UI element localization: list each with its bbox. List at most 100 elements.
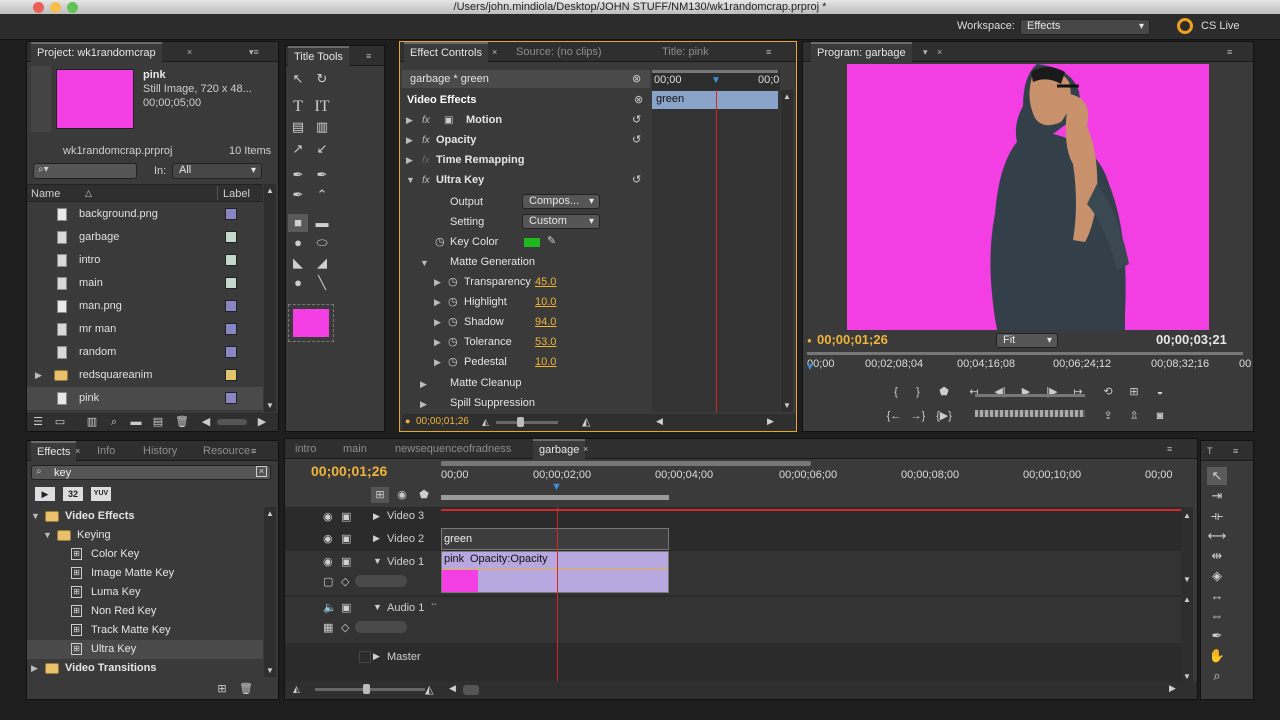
label-swatch[interactable] xyxy=(225,369,237,381)
tab-intro[interactable]: intro xyxy=(289,439,322,459)
key-color-swatch[interactable] xyxy=(524,238,540,247)
clear-search-icon[interactable]: × xyxy=(256,466,267,477)
collapsed-triangle-icon[interactable]: ▶ xyxy=(434,292,441,313)
trash-icon[interactable]: 🗑 xyxy=(173,414,191,430)
timeline-playhead-icon[interactable]: ▼ xyxy=(551,481,562,493)
arc-tool-icon[interactable]: ◢ xyxy=(312,254,332,272)
close-tab-icon[interactable]: × xyxy=(583,444,597,454)
new-custom-bin-icon[interactable]: ⊞ xyxy=(213,681,231,697)
list-item[interactable]: random xyxy=(27,341,263,364)
collapsed-triangle-icon[interactable]: ▶ xyxy=(420,399,427,410)
keyframe-nav-icon[interactable]: ◇ xyxy=(341,621,349,634)
tab-info[interactable]: Info xyxy=(91,441,121,461)
program-playhead-icon[interactable]: ▼ xyxy=(805,362,815,373)
scroll-down-icon[interactable]: ▼ xyxy=(1183,575,1191,584)
panel-menu-icon[interactable]: ≡ xyxy=(366,51,380,61)
path-type-tool-icon[interactable]: ↗ xyxy=(288,140,308,158)
step-back-icon[interactable]: ◀| xyxy=(991,384,1009,400)
shuttle-slider[interactable] xyxy=(975,394,1085,397)
set-encore-marker-icon[interactable]: ◉ xyxy=(393,487,411,503)
loop-icon[interactable]: ⟲ xyxy=(1099,384,1117,400)
effect-row[interactable]: ▶ fx Opacity ↺ xyxy=(402,130,650,151)
label-swatch[interactable] xyxy=(225,208,237,220)
tab-resource[interactable]: Resource xyxy=(197,441,256,461)
eye-icon[interactable]: ◉ xyxy=(323,532,333,545)
rate-stretch-tool-icon[interactable]: ⇹ xyxy=(1207,547,1227,565)
master-toggle[interactable] xyxy=(359,651,371,663)
ec-timeline-ruler[interactable]: 00;00 00;0 ▼ xyxy=(652,70,780,90)
play-icon[interactable]: ▶ xyxy=(1017,384,1035,400)
timeline-ruler-area[interactable]: 00;00 00;00;02;00 00;00;04;00 00;00;06;00 00… xyxy=(441,461,1181,507)
eye-icon[interactable]: ◉ xyxy=(323,555,333,568)
zoom-slider-thumb[interactable] xyxy=(363,684,370,694)
list-item[interactable]: ⊞ Non Red Key xyxy=(27,602,263,621)
timeline-zoom-slider[interactable] xyxy=(315,688,425,691)
tab-garbage[interactable]: garbage xyxy=(533,439,586,459)
panel-menu-icon[interactable]: ≡ xyxy=(1167,444,1181,454)
scroll-up-icon[interactable]: ▲ xyxy=(1183,511,1191,520)
vertical-path-type-tool-icon[interactable]: ↙ xyxy=(312,140,332,158)
clipped-corner-rectangle-tool-icon[interactable]: ● xyxy=(288,234,308,252)
label-swatch[interactable] xyxy=(225,392,237,404)
zoom-slider[interactable] xyxy=(496,421,558,424)
list-item[interactable]: ⊞ Track Matte Key xyxy=(27,621,263,640)
tab-newsequence[interactable]: newsequenceofradness xyxy=(389,439,517,459)
rolling-edit-tool-icon[interactable]: ⟷ xyxy=(1207,527,1227,545)
scroll-right-icon[interactable]: ▶ xyxy=(767,416,774,427)
set-marker-icon[interactable]: ⬟ xyxy=(415,487,433,503)
minimize-window-button[interactable] xyxy=(50,2,61,13)
selection-tool-icon[interactable]: ↖ xyxy=(1207,467,1227,485)
scroll-down-icon[interactable]: ▼ xyxy=(1183,672,1191,681)
label-swatch[interactable] xyxy=(225,277,237,289)
list-item[interactable]: ▶ Video Transitions xyxy=(27,659,263,678)
ec-scrollbar[interactable]: ▲ ▼ xyxy=(781,90,793,412)
output-icon[interactable]: ◒ xyxy=(1151,384,1169,400)
scroll-down-icon[interactable]: ▼ xyxy=(783,401,791,410)
close-window-button[interactable] xyxy=(33,2,44,13)
expanded-triangle-icon[interactable]: ▼ xyxy=(31,507,40,526)
workspace-select[interactable]: Effects xyxy=(1020,19,1150,35)
thumbnail-play-button[interactable] xyxy=(31,66,51,132)
delete-custom-item-icon[interactable]: 🗑 xyxy=(237,681,255,697)
pen-tool-icon[interactable]: ✒ xyxy=(1207,627,1227,645)
close-tab-icon[interactable]: × xyxy=(75,446,89,456)
tab-title-tools[interactable]: Title Tools xyxy=(288,46,349,66)
tab-effect-controls[interactable]: Effect Controls xyxy=(404,42,488,62)
panel-menu-icon[interactable]: ≡ xyxy=(251,446,265,456)
collapsed-triangle-icon[interactable]: ▶ xyxy=(373,651,380,662)
extract-icon[interactable]: ⇫ xyxy=(1125,408,1143,424)
zoom-slider-thumb[interactable] xyxy=(517,417,524,427)
timeline-scrollbar[interactable]: ▲ ▼ ▲ ▼ xyxy=(1181,507,1193,685)
spill-suppression-row[interactable]: ▶ Spill Suppression xyxy=(402,393,650,414)
output-select[interactable]: Compos... xyxy=(522,194,600,209)
scroll-left-icon[interactable]: ◀ xyxy=(656,416,663,427)
razor-tool-icon[interactable]: ◈ xyxy=(1207,567,1227,585)
eyedropper-icon[interactable]: ✎ xyxy=(547,234,556,247)
cs-live-label[interactable]: CS Live xyxy=(1201,20,1240,32)
col-label[interactable]: Label xyxy=(223,188,250,200)
lock-icon[interactable]: ▣ xyxy=(341,532,351,545)
work-area-bar[interactable] xyxy=(441,495,669,500)
effect-row[interactable]: ▶ fx Time Remapping xyxy=(402,150,650,171)
tab-effects[interactable]: Effects xyxy=(31,441,77,461)
line-tool-icon[interactable]: ╲ xyxy=(312,274,332,292)
project-scrollbar[interactable]: ▲ ▼ xyxy=(264,184,276,412)
new-bin-icon[interactable]: ▬ xyxy=(127,414,145,430)
pen-tool-icon[interactable]: ✒ xyxy=(288,166,308,184)
hand-tool-icon[interactable]: ✋ xyxy=(1207,647,1227,665)
rotation-tool-icon[interactable]: ↻ xyxy=(312,70,332,88)
zoom-in-icon[interactable]: ◭ xyxy=(425,683,433,696)
stopwatch-icon[interactable]: ◷ xyxy=(435,235,445,248)
transform-icon[interactable]: ▣ xyxy=(444,110,453,131)
yuv-effects-icon[interactable]: YUV xyxy=(91,487,111,501)
track-select-tool-icon[interactable]: ⇥ xyxy=(1207,487,1227,505)
add-anchor-tool-icon[interactable]: ✒ xyxy=(288,186,308,204)
rounded-corner-rectangle-tool-icon[interactable]: ▬ xyxy=(312,214,332,232)
collapsed-triangle-icon[interactable]: ▶ xyxy=(373,511,380,522)
shuttle-right-icon[interactable]: →} xyxy=(909,408,927,424)
label-swatch[interactable] xyxy=(225,300,237,312)
vertical-area-type-tool-icon[interactable]: ▥ xyxy=(312,118,332,136)
program-zoom-handle[interactable] xyxy=(1243,332,1251,358)
fx-toggle-icon[interactable]: fx xyxy=(422,170,430,191)
keyframe-view-icon[interactable]: ▢ xyxy=(323,575,333,588)
